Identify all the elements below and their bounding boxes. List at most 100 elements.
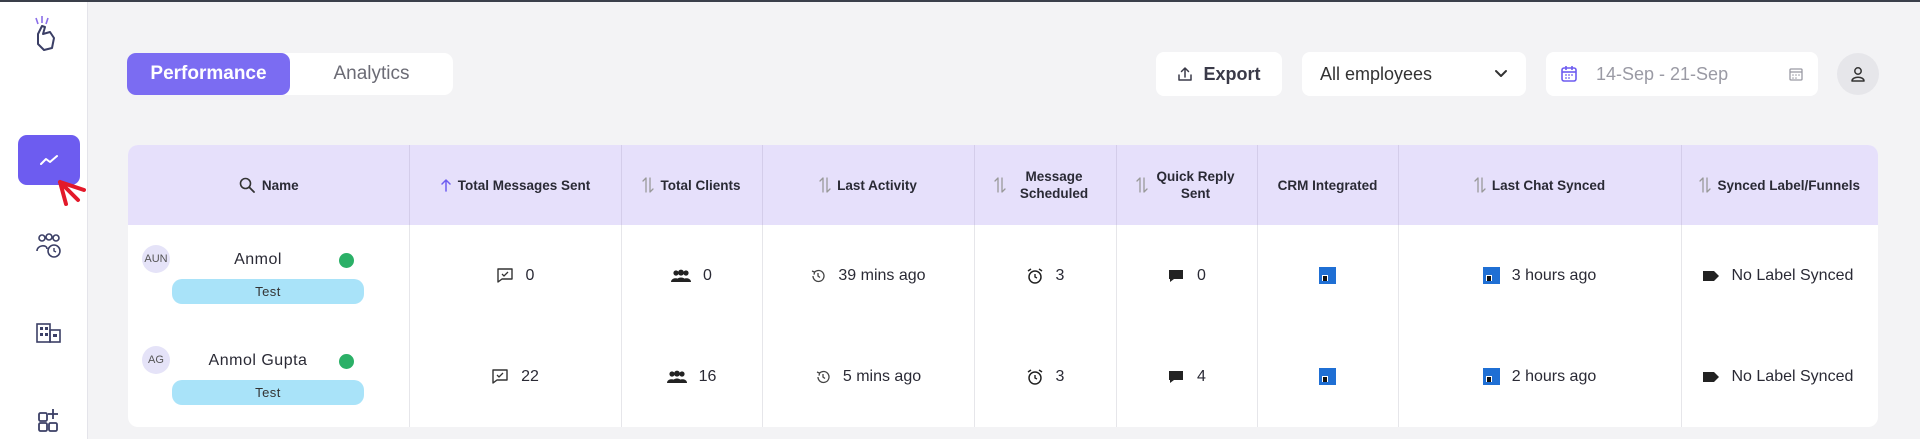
crm-logo-icon [1319,368,1336,385]
calendar-icon [1561,66,1577,82]
search-icon[interactable] [238,176,256,194]
column-label: Name [261,177,299,193]
employee-name[interactable]: Anmol Gupta [168,352,348,370]
column-label: Quick Reply Sent [1156,169,1235,201]
messages-sent-cell: 22 [409,326,622,427]
table-row[interactable]: AUN Anmol Test 0 0 39 mins ago 3 0 3 hou… [128,225,1878,326]
last-chat-synced-value: 3 hours ago [1511,266,1597,284]
last-chat-synced-value: 2 hours ago [1511,367,1597,385]
sidebar [0,2,88,439]
avatar: AG [142,346,170,374]
messages-sent-value: 22 [521,367,539,385]
building-icon [36,323,61,343]
sidebar-item-organization[interactable] [18,308,80,358]
sidebar-item-team[interactable] [18,221,80,271]
date-range-picker[interactable]: 14-Sep - 21-Sep [1546,52,1818,96]
sort-icon[interactable] [1699,176,1712,194]
column-header-message-scheduled[interactable]: Message Scheduled [974,145,1117,225]
employee-tag: Test [172,279,364,304]
verified-badge-icon [339,354,354,369]
upload-icon [1178,67,1193,81]
column-label: Synced Label/Funnels [1717,177,1861,193]
employee-name[interactable]: Anmol [168,251,348,269]
clients-cell: 16 [621,326,763,427]
last-chat-synced-cell: 2 hours ago [1398,326,1682,427]
cursor-annotation-icon [58,180,86,206]
synced-label-value: No Label Synced [1731,367,1854,385]
employee-tag: Test [172,380,364,405]
history-icon [816,370,830,383]
table-header-row: Name Total Messages Sent Total Clients L… [128,145,1878,225]
quick-reply-value: 4 [1197,367,1206,385]
synced-label-value: No Label Synced [1731,266,1854,284]
alarm-clock-icon [1027,267,1042,284]
last-activity-value: 5 mins ago [842,367,922,385]
hand-logo-icon [26,14,62,54]
column-header-total-messages[interactable]: Total Messages Sent [409,145,622,225]
clients-icon [666,370,687,383]
export-button[interactable]: Export [1156,52,1282,96]
sort-icon[interactable] [994,176,1006,194]
last-activity-cell: 5 mins ago [762,326,975,427]
column-header-last-activity[interactable]: Last Activity [762,145,975,225]
column-header-last-chat-synced[interactable]: Last Chat Synced [1398,145,1682,225]
name-cell: AG Anmol Gupta Test [128,326,410,427]
name-cell: AUN Anmol Test [128,225,410,326]
user-icon [1851,67,1865,82]
scheduled-value: 3 [1055,367,1065,385]
clients-icon [671,269,692,282]
tab-analytics[interactable]: Analytics [290,53,453,95]
sort-icon[interactable] [1474,176,1486,194]
sort-icon[interactable] [819,176,831,194]
add-widget-icon [38,409,58,432]
trend-chart-icon [40,155,58,165]
clients-value: 16 [698,367,717,385]
quick-reply-value: 0 [1197,266,1206,284]
calendar-small-icon[interactable] [1788,66,1804,82]
sort-icon[interactable] [1135,176,1148,194]
last-activity-cell: 39 mins ago [762,225,975,326]
employee-performance-table: Name Total Messages Sent Total Clients L… [128,145,1878,427]
column-label: CRM Integrated [1277,177,1378,193]
sort-icon[interactable] [642,176,655,194]
last-activity-value: 39 mins ago [838,266,926,284]
sort-ascending-icon[interactable] [440,178,452,192]
column-header-synced-label[interactable]: Synced Label/Funnels [1681,145,1878,225]
employee-select[interactable]: All employees [1302,52,1526,96]
avatar: AUN [142,245,170,273]
history-icon [812,269,826,282]
column-header-name[interactable]: Name [128,145,410,225]
sidebar-item-widgets[interactable] [18,395,80,439]
message-icon [496,268,513,283]
table-row[interactable]: AG Anmol Gupta Test 22 16 5 mins ago 3 4… [128,326,1878,427]
crm-integrated-cell [1257,326,1399,427]
clients-cell: 0 [621,225,763,326]
label-tag-icon [1702,270,1719,281]
crm-integrated-cell [1257,225,1399,326]
message-icon [492,369,508,384]
column-label: Last Activity [837,177,917,193]
synced-label-cell: No Label Synced [1681,225,1878,326]
last-chat-synced-cell: 3 hours ago [1398,225,1682,326]
crm-logo-icon [1319,267,1336,284]
column-label: Total Clients [660,177,741,193]
column-label: Total Messages Sent [457,177,591,193]
crm-logo-icon [1482,267,1500,284]
profile-button[interactable] [1837,53,1879,95]
column-label: Last Chat Synced [1491,177,1606,193]
messages-sent-value: 0 [525,266,535,284]
team-icon [36,233,61,258]
tab-performance[interactable]: Performance [127,53,290,95]
label-tag-icon [1702,371,1719,382]
column-header-quick-reply[interactable]: Quick Reply Sent [1116,145,1258,225]
alarm-clock-icon [1027,368,1042,385]
scheduled-cell: 3 [974,326,1117,427]
column-label: Message Scheduled [1019,169,1089,201]
export-label: Export [1203,63,1261,84]
column-header-crm-integrated[interactable]: CRM Integrated [1257,145,1399,225]
column-header-total-clients[interactable]: Total Clients [621,145,763,225]
synced-label-cell: No Label Synced [1681,326,1878,427]
quick-reply-cell: 0 [1116,225,1258,326]
chat-bubble-icon [1169,269,1184,282]
scheduled-cell: 3 [974,225,1117,326]
